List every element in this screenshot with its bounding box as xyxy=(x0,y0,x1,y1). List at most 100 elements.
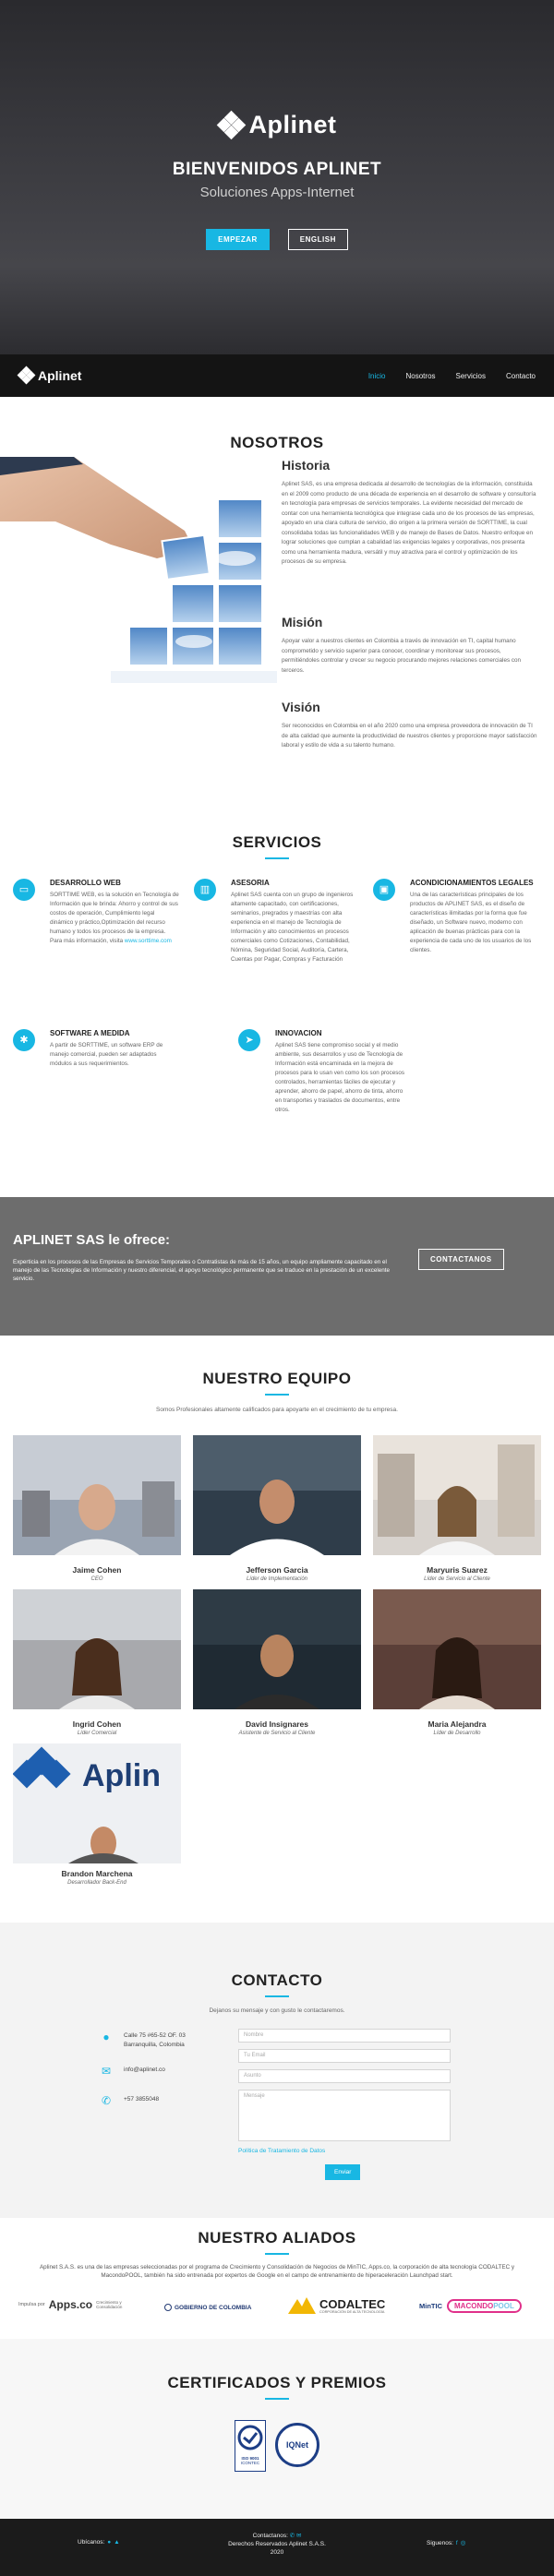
hero-section: Aplinet BIENVENIDOS APLINET Soluciones A… xyxy=(0,0,554,354)
contacto-title: CONTACTO xyxy=(231,1971,323,1989)
gobierno-text: GOBIERNO DE COLOMBIA xyxy=(175,2304,252,2311)
service-acondicionamientos: ▣ ACONDICIONAMIENTOS LEGALES Una de las … xyxy=(373,879,539,955)
contacto-title-underline xyxy=(265,1995,289,1997)
instagram-icon[interactable]: ◎ xyxy=(461,2539,466,2546)
send-icon: ➤ xyxy=(238,1029,260,1051)
send-button[interactable]: Enviar xyxy=(325,2164,361,2180)
aliados-title-underline xyxy=(265,2253,289,2255)
whatsapp-icon[interactable]: ✆ xyxy=(290,2533,295,2539)
team-member-card: Jefferson Garcia Líder de Implementación xyxy=(193,1435,361,1582)
equipo-subtitle: Somos Profesionales altamente calificado… xyxy=(156,1407,398,1413)
team-photo xyxy=(193,1589,361,1709)
footer-center: Contactanos: ✆ ✉ Derechos Reservados Apl… xyxy=(0,2532,554,2557)
service-text: Una de las características principales d… xyxy=(410,892,532,953)
team-member-card: Jaime Cohen CEO xyxy=(13,1435,181,1582)
member-name: Jefferson Garcia xyxy=(246,1565,308,1575)
contactanos-button[interactable]: CONTACTANOS xyxy=(418,1249,504,1270)
historia-block: Historia Aplinet SAS, es una empresa ded… xyxy=(282,458,540,568)
certificados-section xyxy=(0,2339,554,2519)
contact-email: ✉ info@aplinet.co xyxy=(100,2066,165,2077)
facebook-icon[interactable]: f xyxy=(456,2540,458,2546)
start-button[interactable]: EMPEZAR xyxy=(206,229,270,250)
vision-title: Visión xyxy=(282,700,320,714)
service-text: SORTTIME WEB, es la solución en Tecnolog… xyxy=(50,891,179,946)
policy-link[interactable]: Política de Tratamiento de Datos xyxy=(238,2148,325,2154)
sorttime-link[interactable]: www.sorttime.com xyxy=(125,938,172,944)
macondo-text: MACONDO xyxy=(454,2302,494,2310)
service-text-body: SORTTIME WEB, es la solución en Tecnolog… xyxy=(50,892,179,944)
service-software-medida: ✱ SOFTWARE A MEDIDA A partir de SORTTIME… xyxy=(13,1029,179,1069)
team-photo xyxy=(193,1435,361,1555)
chart-icon: ▥ xyxy=(194,879,216,901)
member-role: CEO xyxy=(90,1576,103,1582)
member-role: Líder de Desarrollo xyxy=(433,1731,481,1736)
member-name: Brandon Marchena xyxy=(61,1869,133,1878)
member-name: Maria Alejandra xyxy=(428,1719,487,1729)
nav-logo[interactable]: Aplinet xyxy=(17,365,82,385)
mintic-text: MinTIC xyxy=(419,2302,442,2310)
service-title: DESARROLLO WEB xyxy=(50,879,121,887)
nav-item-inicio[interactable]: Inicio xyxy=(368,372,386,380)
contact-address: ● Calle 75 #65-52 OF. 03 Barranquilla, Co… xyxy=(100,2031,185,2050)
email-field[interactable]: Tu Email xyxy=(238,2049,451,2063)
equipo-title: NUESTRO EQUIPO xyxy=(202,1370,352,1387)
gobierno-icon xyxy=(164,2304,172,2311)
siguenos-label: Siguenos: xyxy=(427,2539,453,2546)
aliados-title: NUESTRO ALIADOS xyxy=(198,2229,356,2247)
service-text: Aplinet SAS cuenta con un grupo de ingen… xyxy=(231,892,354,963)
iqnet-badge: IQNet xyxy=(275,2423,319,2467)
team-photo xyxy=(373,1435,541,1555)
badge-text: ICONTEC xyxy=(240,2461,260,2465)
service-title: ASESORIA xyxy=(231,879,270,887)
member-name: Ingrid Cohen xyxy=(72,1719,122,1729)
nav-logo-text: Aplinet xyxy=(38,368,82,383)
servicios-title-underline xyxy=(265,857,289,859)
pool-text: POOL xyxy=(493,2302,514,2310)
mail-icon[interactable]: ✉ xyxy=(296,2533,301,2539)
nav-item-nosotros[interactable]: Nosotros xyxy=(406,372,436,380)
service-title: ACONDICIONAMIENTOS LEGALES xyxy=(410,879,534,887)
mintic-macondo-logos: MinTIC MACONDOPOOL xyxy=(419,2299,522,2313)
mail-icon: ✉ xyxy=(101,2065,112,2078)
contactanos-label: Contactanos: xyxy=(252,2533,288,2539)
member-name: Maryuris Suarez xyxy=(427,1565,488,1575)
team-member-card: Maryuris Suarez Líder de Servicio al Cli… xyxy=(373,1435,541,1582)
service-title: INNOVACION xyxy=(275,1029,322,1037)
english-button[interactable]: ENGLISH xyxy=(287,229,348,250)
email-text[interactable]: info@aplinet.co xyxy=(124,2066,165,2075)
nav-item-servicios[interactable]: Servicios xyxy=(456,372,486,380)
team-photo xyxy=(13,1435,181,1555)
member-role: Líder Comercial xyxy=(77,1731,117,1736)
codaltec-text: CODALTEC xyxy=(319,2296,386,2311)
hero-logo: Aplinet xyxy=(0,110,554,139)
servicios-title: SERVICIOS xyxy=(232,833,322,851)
member-role: Asistente de Servicio al Cliente xyxy=(238,1731,316,1736)
brandon-photo-logo: Aplin xyxy=(82,1758,161,1793)
mision-text: Apoyar valor a nuestros clientes en Colo… xyxy=(282,638,521,674)
appsco-prefix: Impulsa por xyxy=(18,2302,45,2307)
vision-block: Visión Ser reconocidos en Colombia en el… xyxy=(282,700,540,751)
footer-year: 2020 xyxy=(270,2549,284,2556)
historia-text: Aplinet SAS, es una empresa dedicada al … xyxy=(282,481,536,565)
map-pin-icon: ● xyxy=(102,2031,110,2043)
subject-field[interactable]: Asunto xyxy=(238,2069,451,2083)
nav-item-contacto[interactable]: Contacto xyxy=(506,372,536,380)
service-text: A partir de SORTTIME, un software ERP de… xyxy=(50,1042,163,1067)
service-desarrollo-web: ▭ DESARROLLO WEB SORTTIME WEB, es la sol… xyxy=(13,879,179,946)
codaltec-icon xyxy=(288,2297,316,2314)
mision-title: Misión xyxy=(282,615,323,629)
vision-text: Ser reconocidos en Colombia en el año 20… xyxy=(282,723,537,749)
message-field[interactable]: Mensaje xyxy=(238,2090,451,2141)
name-field[interactable]: Nombre xyxy=(238,2029,451,2043)
briefcase-icon: ▣ xyxy=(373,879,395,901)
member-role: Desarrollador Back-End xyxy=(67,1880,126,1886)
service-text: Aplinet SAS tiene compromiso social y el… xyxy=(275,1042,405,1113)
certificados-title: CERTIFICADOS Y PREMIOS xyxy=(167,2374,387,2391)
hero-subtitle: Soluciones Apps-Internet xyxy=(199,185,355,200)
service-title: SOFTWARE A MEDIDA xyxy=(50,1029,130,1037)
gobierno-logo: GOBIERNO DE COLOMBIA xyxy=(164,2304,251,2311)
appsco-text: Apps.co xyxy=(48,2298,93,2311)
nosotros-title: NOSOTROS xyxy=(230,434,324,451)
team-photo: Aplin xyxy=(13,1743,181,1863)
gear-icon: ✱ xyxy=(13,1029,35,1051)
